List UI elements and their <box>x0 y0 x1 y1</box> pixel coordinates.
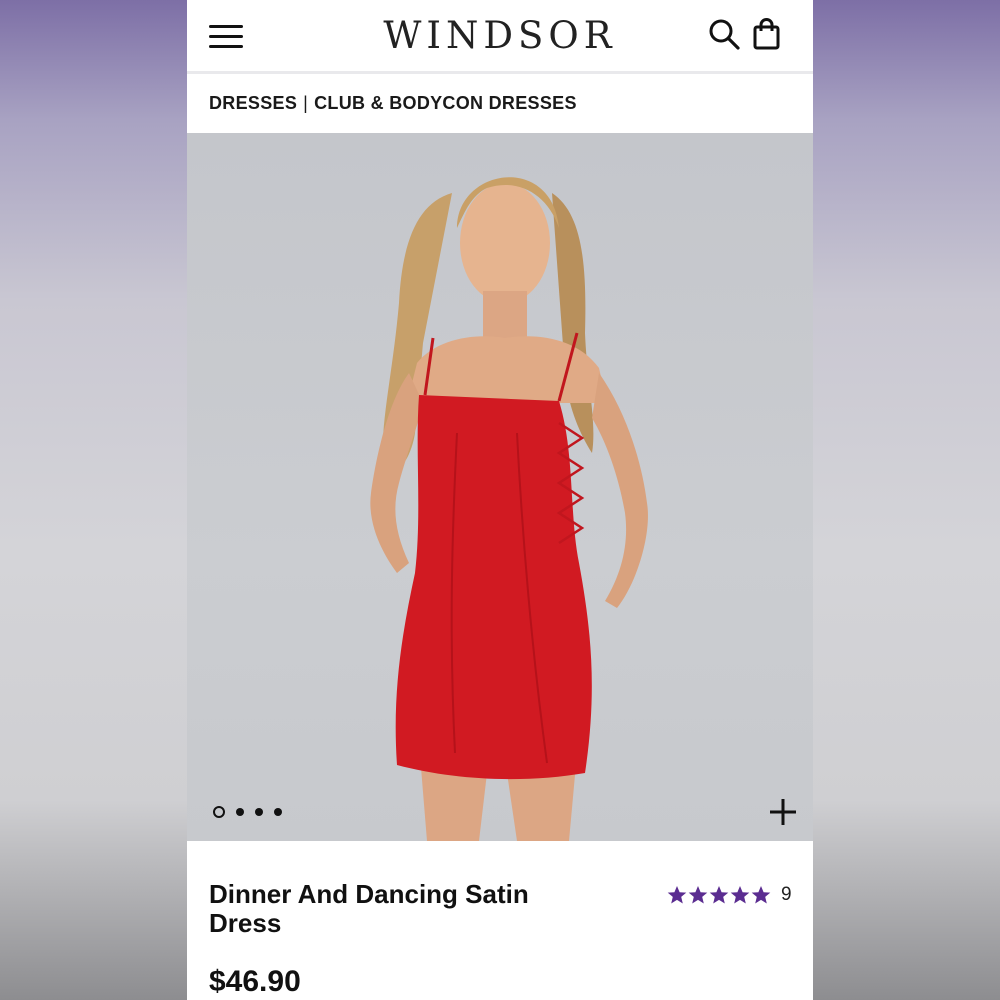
product-photo <box>370 177 648 841</box>
gallery-pagination <box>213 806 282 818</box>
star-icon <box>730 886 750 904</box>
product-rating[interactable]: 9 <box>667 884 792 906</box>
plus-icon[interactable] <box>767 796 799 828</box>
gallery-dot-4[interactable] <box>274 808 282 816</box>
breadcrumb-club-bodycon-dresses[interactable]: CLUB & BODYCON DRESSES <box>314 93 577 114</box>
star-icon <box>688 886 708 904</box>
shopping-bag-icon[interactable] <box>750 16 784 52</box>
breadcrumb-separator: | <box>303 92 309 113</box>
rating-stars <box>667 885 771 905</box>
gallery-dot-2[interactable] <box>236 808 244 816</box>
gallery-dot-1[interactable] <box>213 806 225 818</box>
gallery-dot-3[interactable] <box>255 808 263 816</box>
breadcrumb: DRESSES | CLUB & BODYCON DRESSES <box>209 91 577 115</box>
product-price: $46.90 <box>209 965 301 998</box>
product-image-gallery[interactable] <box>187 133 813 841</box>
site-header: WINDSOR <box>187 0 813 74</box>
star-icon <box>709 886 729 904</box>
search-icon[interactable] <box>708 16 742 52</box>
mobile-page: WINDSOR DRESSES | CLUB & BODYCON DRESSES <box>187 0 813 1000</box>
star-icon <box>751 886 771 904</box>
breadcrumb-dresses[interactable]: DRESSES <box>209 93 297 114</box>
star-icon <box>667 886 687 904</box>
review-count: 9 <box>781 884 792 905</box>
product-title: Dinner And Dancing Satin Dress <box>209 879 529 938</box>
